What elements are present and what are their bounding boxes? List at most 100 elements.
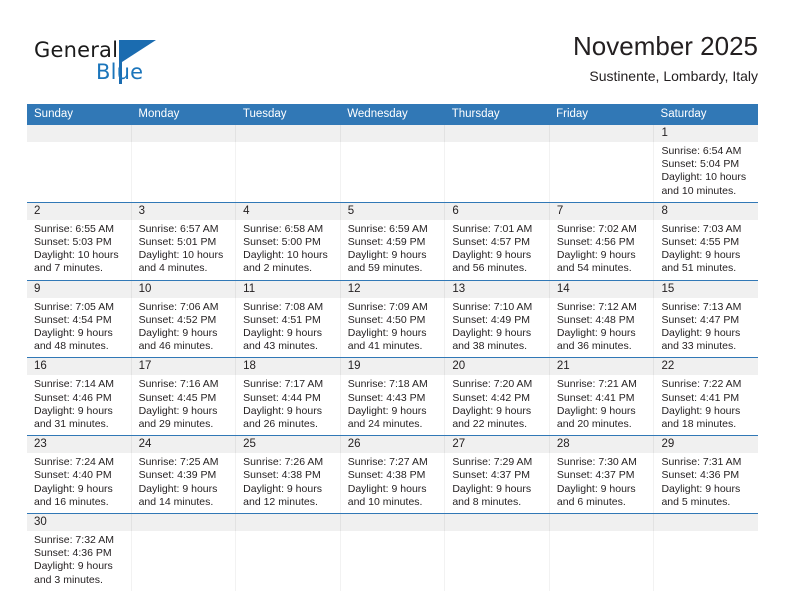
day-cell[interactable]: Sunrise: 7:14 AM Sunset: 4:46 PM Daylight:… <box>27 375 131 435</box>
day-cell[interactable]: Sunrise: 7:29 AM Sunset: 4:37 PM Daylight:… <box>444 453 549 514</box>
day-number[interactable]: 5 <box>339 202 445 220</box>
day-detail-line: Daylight: 9 hours <box>556 482 636 495</box>
day-detail-line: Sunset: 5:04 PM <box>661 158 740 171</box>
day-detail-line: and 31 minutes. <box>34 418 109 431</box>
day-number[interactable]: 23 <box>27 436 131 453</box>
calendar-week-row: 9 10 11 12 13 14 15 Sunrise: 7:05 AM Sunset: 4:5… <box>27 279 758 358</box>
day-number[interactable]: 18 <box>235 358 340 376</box>
day-detail-line: and 10 minutes. <box>661 184 737 197</box>
day-cell[interactable]: Sunrise: 7:02 AM Sunset: 4:56 PM Daylight:… <box>548 219 654 280</box>
day-cell[interactable]: Sunrise: 6:59 AM Sunset: 4:59 PM Daylight:… <box>339 219 445 280</box>
day-number[interactable]: 9 <box>27 281 131 298</box>
day-detail-line: and 54 minutes. <box>556 262 632 275</box>
day-detail-line: Sunset: 4:42 PM <box>452 391 530 404</box>
day-cell[interactable]: Sunrise: 7:30 AM Sunset: 4:37 PM Daylight:… <box>548 453 654 514</box>
day-number[interactable]: 25 <box>235 436 340 454</box>
day-number[interactable]: 21 <box>548 358 654 376</box>
day-detail-line: Daylight: 10 hours <box>138 249 224 262</box>
day-number[interactable]: 13 <box>444 280 549 298</box>
day-number-empty <box>444 125 549 142</box>
day-detail-line: and 22 minutes. <box>452 418 528 431</box>
day-cell[interactable]: Sunrise: 7:26 AM Sunset: 4:38 PM Daylight:… <box>235 453 340 514</box>
day-cell[interactable]: Sunrise: 6:54 AM Sunset: 5:04 PM Daylight:… <box>653 142 758 202</box>
day-number[interactable]: 28 <box>548 436 654 454</box>
day-cell[interactable]: Sunrise: 7:01 AM Sunset: 4:57 PM Daylight:… <box>444 219 549 280</box>
day-detail-line: Sunset: 4:39 PM <box>138 469 217 482</box>
day-detail-line: and 36 minutes. <box>556 340 632 353</box>
day-cell[interactable]: Sunrise: 7:08 AM Sunset: 4:51 PM Daylight:… <box>235 297 340 358</box>
day-number[interactable]: 30 <box>27 514 131 531</box>
day-number-empty <box>130 514 236 532</box>
day-detail-line: Daylight: 9 hours <box>347 482 427 495</box>
day-number[interactable]: 8 <box>653 202 758 220</box>
day-number[interactable]: 10 <box>130 280 236 298</box>
day-detail-line: Sunrise: 7:12 AM <box>556 300 637 313</box>
day-cell[interactable]: Sunrise: 7:27 AM Sunset: 4:38 PM Daylight:… <box>339 453 445 514</box>
day-cell[interactable]: Sunrise: 7:13 AM Sunset: 4:47 PM Daylight:… <box>653 297 758 358</box>
day-detail-line: and 56 minutes. <box>452 262 528 275</box>
day-number[interactable]: 12 <box>339 280 445 298</box>
day-number[interactable]: 1 <box>653 125 758 142</box>
day-number[interactable]: 14 <box>548 280 654 298</box>
day-cell[interactable]: Sunrise: 7:32 AM Sunset: 4:36 PM Daylight:… <box>27 531 131 591</box>
day-cell[interactable]: Sunrise: 7:18 AM Sunset: 4:43 PM Daylight:… <box>339 375 445 436</box>
day-detail-line: and 6 minutes. <box>556 495 626 508</box>
day-cell[interactable]: Sunrise: 7:20 AM Sunset: 4:42 PM Daylight:… <box>444 375 549 436</box>
day-cell[interactable]: Sunrise: 6:57 AM Sunset: 5:01 PM Daylight:… <box>130 219 236 280</box>
day-cell[interactable]: Sunrise: 7:24 AM Sunset: 4:40 PM Daylight:… <box>27 453 131 513</box>
day-detail-line: Sunrise: 7:08 AM <box>243 300 324 313</box>
weekday-header-friday: Friday <box>556 108 589 120</box>
day-cell[interactable]: Sunrise: 7:06 AM Sunset: 4:52 PM Daylight:… <box>130 297 236 358</box>
day-detail-line: and 51 minutes. <box>661 262 737 275</box>
day-detail-line: Sunset: 4:40 PM <box>34 469 112 482</box>
day-cell[interactable]: Sunrise: 7:17 AM Sunset: 4:44 PM Daylight:… <box>235 375 340 436</box>
general-blue-logo[interactable]: General Blue <box>34 38 214 94</box>
day-number[interactable]: 29 <box>653 436 758 454</box>
day-number[interactable]: 20 <box>444 358 549 376</box>
week-date-band: 2345678 <box>27 202 758 220</box>
calendar-week-row: 23 24 25 26 27 28 29 Sunrise: 7:24 AM Sunset: 4:… <box>27 435 758 514</box>
day-detail-line: Daylight: 9 hours <box>556 404 636 417</box>
day-cell[interactable]: Sunrise: 7:03 AM Sunset: 4:55 PM Daylight:… <box>653 219 758 280</box>
day-detail-line: Sunrise: 7:13 AM <box>661 300 742 313</box>
day-cell-empty <box>444 142 549 202</box>
day-cell[interactable]: Sunrise: 7:12 AM Sunset: 4:48 PM Daylight:… <box>548 297 654 358</box>
day-detail-line: Sunrise: 7:17 AM <box>243 378 324 391</box>
day-cell[interactable]: Sunrise: 7:10 AM Sunset: 4:49 PM Daylight:… <box>444 297 549 358</box>
day-number[interactable]: 7 <box>548 202 654 220</box>
day-detail-line: Daylight: 9 hours <box>138 482 218 495</box>
day-cell[interactable]: Sunrise: 7:25 AM Sunset: 4:39 PM Daylight:… <box>130 453 236 514</box>
day-cell[interactable]: Sunrise: 7:16 AM Sunset: 4:45 PM Daylight:… <box>130 375 236 436</box>
day-number[interactable]: 15 <box>653 280 758 298</box>
day-cell[interactable]: Sunrise: 7:05 AM Sunset: 4:54 PM Daylight:… <box>27 298 131 358</box>
day-number-empty <box>339 125 445 142</box>
day-number[interactable]: 24 <box>130 436 236 454</box>
day-cell-empty <box>130 531 236 591</box>
day-cell[interactable]: Sunrise: 7:21 AM Sunset: 4:41 PM Daylight:… <box>548 375 654 436</box>
day-cell[interactable]: Sunrise: 7:09 AM Sunset: 4:50 PM Daylight:… <box>339 297 445 358</box>
calendar-week-row: 16 17 18 19 20 21 22 Sunrise: 7:14 AM Sunset: 4:… <box>27 357 758 436</box>
day-detail-line: Sunset: 4:41 PM <box>661 391 740 404</box>
day-number[interactable]: 26 <box>339 436 445 454</box>
day-number[interactable]: 11 <box>235 280 340 298</box>
day-number[interactable]: 22 <box>653 358 758 376</box>
day-number[interactable]: 4 <box>235 202 340 220</box>
day-detail-line: Sunset: 4:52 PM <box>138 313 217 326</box>
day-number[interactable]: 27 <box>444 436 549 454</box>
day-number[interactable]: 6 <box>444 202 549 220</box>
day-number[interactable]: 19 <box>339 358 445 376</box>
day-number[interactable]: 3 <box>130 202 236 220</box>
day-number-empty <box>653 514 758 532</box>
day-cell[interactable]: Sunrise: 7:22 AM Sunset: 4:41 PM Daylight:… <box>653 375 758 436</box>
day-detail-line: Sunset: 4:51 PM <box>243 313 321 326</box>
calendar-weeks: 1 Sunrise: 6:54 AM Sunset: 5:04 PM Dayligh… <box>27 125 758 591</box>
day-detail-line: Sunrise: 7:26 AM <box>243 456 324 469</box>
day-cell[interactable]: Sunrise: 7:31 AM Sunset: 4:36 PM Daylight:… <box>653 453 758 514</box>
day-number[interactable]: 16 <box>27 358 131 375</box>
day-cell[interactable]: Sunrise: 6:55 AM Sunset: 5:03 PM Daylight:… <box>27 220 131 280</box>
day-detail-line: Sunset: 4:59 PM <box>347 236 426 249</box>
day-number[interactable]: 17 <box>130 358 236 376</box>
day-cell[interactable]: Sunrise: 6:58 AM Sunset: 5:00 PM Daylight:… <box>235 219 340 280</box>
day-number[interactable]: 2 <box>27 203 131 220</box>
day-detail-line: Daylight: 9 hours <box>34 560 113 573</box>
